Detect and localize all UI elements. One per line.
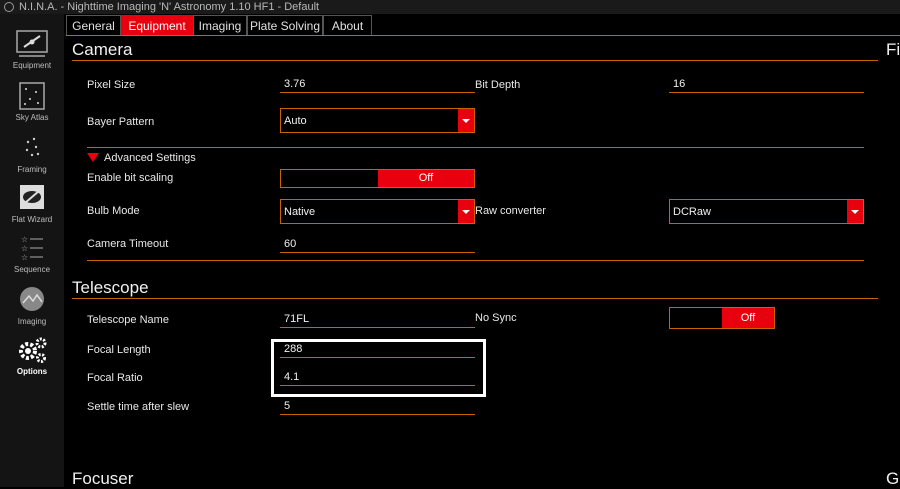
chevron-down-icon[interactable] bbox=[458, 109, 474, 132]
sidebar-item-label: Flat Wizard bbox=[11, 215, 53, 224]
raw-converter-select[interactable]: DCRaw bbox=[669, 199, 864, 224]
framing-icon bbox=[25, 137, 40, 157]
sidebar-item-framing[interactable]: Framing bbox=[0, 132, 64, 182]
advanced-divider bbox=[87, 147, 864, 148]
tab-plate-solving[interactable]: Plate Solving bbox=[247, 15, 323, 35]
section-divider bbox=[72, 60, 878, 61]
title-bar: N.I.N.A. - Nighttime Imaging 'N' Astrono… bbox=[0, 0, 900, 14]
no-sync-toggle[interactable]: Off bbox=[669, 307, 775, 329]
telescope-name-field[interactable]: 71FL bbox=[280, 310, 475, 328]
focal-length-label: Focal Length bbox=[87, 344, 151, 356]
sidebar-item-label: Framing bbox=[17, 165, 47, 174]
tab-about[interactable]: About bbox=[323, 15, 372, 35]
sidebar-item-sequence[interactable]: ☆ ☆ ☆ Sequence bbox=[0, 232, 64, 282]
tab-imaging[interactable]: Imaging bbox=[193, 15, 247, 35]
tab-divider bbox=[66, 35, 900, 36]
imaging-icon bbox=[20, 287, 44, 311]
settle-time-field[interactable]: 5 bbox=[280, 397, 475, 415]
telescope-name-label: Telescope Name bbox=[87, 314, 169, 326]
sidebar-item-flat-wizard[interactable]: Flat Wizard bbox=[0, 182, 64, 232]
sidebar-item-label: Sky Atlas bbox=[15, 113, 49, 122]
sidebar: Equipment Sky Atlas Framing Flat Wizard … bbox=[0, 14, 64, 487]
sidebar-item-label: Sequence bbox=[13, 265, 51, 274]
star-map-icon bbox=[19, 82, 45, 110]
telescope-icon bbox=[16, 30, 48, 57]
advanced-settings-label: Advanced Settings bbox=[104, 152, 196, 164]
advanced-bottom-divider bbox=[87, 260, 864, 261]
expand-triangle-icon bbox=[87, 153, 99, 162]
focuser-section-title: Focuser bbox=[72, 469, 134, 488]
bayer-pattern-select[interactable]: Auto bbox=[280, 108, 475, 133]
chevron-down-icon[interactable] bbox=[458, 200, 474, 223]
camera-timeout-field[interactable]: 60 bbox=[280, 235, 475, 253]
svg-text:☆: ☆ bbox=[21, 235, 28, 244]
bayer-pattern-label: Bayer Pattern bbox=[87, 116, 155, 128]
sidebar-item-imaging[interactable]: Imaging bbox=[0, 284, 64, 334]
bit-scaling-label: Enable bit scaling bbox=[87, 172, 174, 184]
raw-converter-label: Raw converter bbox=[475, 205, 546, 217]
sidebar-item-equipment[interactable]: Equipment bbox=[0, 28, 64, 78]
toggle-state: Off bbox=[378, 170, 474, 187]
sidebar-item-label: Options bbox=[16, 367, 48, 376]
annotation-highlight-box bbox=[271, 339, 486, 397]
raw-converter-value: DCRaw bbox=[673, 206, 711, 218]
flat-wizard-icon bbox=[20, 185, 44, 209]
sequence-icon: ☆ ☆ ☆ bbox=[21, 235, 43, 262]
sidebar-item-label: Equipment bbox=[12, 61, 52, 70]
right-column-section-title: G bbox=[886, 469, 900, 488]
focal-ratio-label: Focal Ratio bbox=[87, 372, 143, 384]
bit-depth-label: Bit Depth bbox=[475, 79, 521, 91]
bulb-mode-select[interactable]: Native bbox=[280, 199, 475, 224]
app-logo-icon bbox=[4, 2, 14, 12]
right-column-section-title: Fi bbox=[886, 40, 900, 59]
sidebar-item-label: Imaging bbox=[17, 317, 47, 326]
svg-text:☆: ☆ bbox=[21, 244, 28, 253]
camera-section-title: Camera bbox=[72, 40, 133, 59]
tab-general[interactable]: General bbox=[66, 15, 121, 35]
camera-timeout-label: Camera Timeout bbox=[87, 238, 169, 250]
section-divider bbox=[72, 298, 878, 299]
bulb-mode-label: Bulb Mode bbox=[87, 205, 140, 217]
gears-icon bbox=[19, 337, 47, 363]
bit-scaling-toggle[interactable]: Off bbox=[280, 169, 475, 188]
window-title: N.I.N.A. - Nighttime Imaging 'N' Astrono… bbox=[19, 1, 320, 13]
chevron-down-icon[interactable] bbox=[847, 200, 863, 223]
bulb-mode-value: Native bbox=[284, 206, 316, 218]
svg-text:☆: ☆ bbox=[21, 253, 28, 262]
bit-depth-field[interactable]: 16 bbox=[669, 75, 864, 93]
toggle-state: Off bbox=[722, 308, 774, 328]
pixel-size-field[interactable]: 3.76 bbox=[280, 75, 475, 93]
pixel-size-label: Pixel Size bbox=[87, 79, 136, 91]
settle-time-label: Settle time after slew bbox=[87, 401, 190, 413]
sidebar-item-sky-atlas[interactable]: Sky Atlas bbox=[0, 80, 64, 130]
sidebar-item-options[interactable]: Options bbox=[0, 334, 64, 384]
no-sync-label: No Sync bbox=[475, 312, 517, 324]
telescope-section-title: Telescope bbox=[72, 278, 149, 297]
tab-equipment[interactable]: Equipment bbox=[121, 15, 193, 35]
bayer-pattern-value: Auto bbox=[284, 115, 307, 127]
